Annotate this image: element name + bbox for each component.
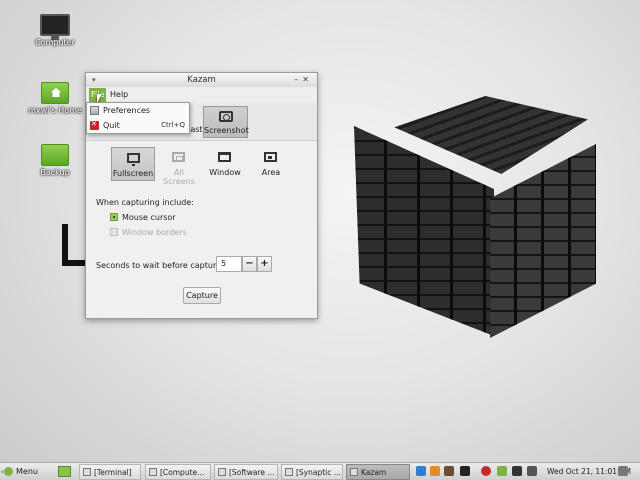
all-screens-button[interactable]: All Screens — [157, 147, 201, 186]
menu-help[interactable]: Help — [110, 87, 128, 103]
checkmark-icon[interactable] — [497, 466, 507, 476]
menu-item-quit[interactable]: Quit Ctrl+Q — [87, 117, 189, 133]
mouse-cursor-label: Mouse cursor — [122, 213, 176, 222]
preferences-label: Preferences — [103, 106, 151, 115]
show-desktop-icon[interactable] — [618, 466, 628, 476]
window-titlebar[interactable]: ▾ Kazam –✕ — [86, 73, 317, 87]
screenshot-button[interactable]: Screenshot — [203, 106, 249, 138]
taskbar-item-label: [Synaptic ... — [296, 468, 341, 477]
screenshot-label: Screenshot — [204, 126, 249, 135]
taskbar-item-computer[interactable]: [Compute... — [145, 464, 211, 480]
mouse-cursor-checkbox[interactable]: Mouse cursor — [110, 213, 176, 222]
folder-icon — [149, 468, 157, 476]
all-screens-label: All Screens — [163, 168, 195, 186]
quit-icon — [90, 117, 99, 132]
window-borders-checkbox[interactable]: Window borders — [110, 228, 187, 237]
volume-icon[interactable] — [527, 466, 537, 476]
window-title: Kazam — [187, 75, 216, 85]
desktop-icon-backup[interactable]: Backup — [20, 144, 90, 177]
taskbar-item-label: [Terminal] — [94, 468, 132, 477]
quit-label: Quit — [103, 121, 120, 130]
window-controls[interactable]: –✕ — [294, 73, 313, 87]
area-button[interactable]: Area — [249, 147, 293, 181]
pen-icon[interactable] — [512, 466, 522, 476]
fullscreen-icon — [127, 153, 140, 166]
firefox-icon[interactable] — [430, 466, 440, 476]
taskbar-item-label: Kazam — [361, 468, 387, 477]
network-icon[interactable] — [416, 466, 426, 476]
start-menu-label: Menu — [16, 467, 38, 476]
quit-shortcut: Ctrl+Q — [161, 121, 185, 129]
capturing-include-label: When capturing include: — [96, 198, 194, 207]
camera-icon — [219, 111, 233, 122]
desktop-icon-computer[interactable]: Computer — [20, 14, 90, 47]
terminal-icon — [83, 468, 91, 476]
menu-item-preferences[interactable]: Preferences — [87, 103, 189, 118]
desktop-icon-label: mxwi's Home — [28, 106, 82, 115]
delay-label: Seconds to wait before capturing: — [96, 261, 232, 270]
window-menu-icon[interactable]: ▾ — [92, 73, 96, 87]
taskbar-item-terminal[interactable]: [Terminal] — [79, 464, 141, 480]
software-icon — [218, 468, 226, 476]
workspace-switcher[interactable] — [58, 466, 71, 477]
taskbar-item-label: [Software ... — [229, 468, 275, 477]
wallpaper-cube-image — [352, 96, 596, 342]
delay-increment-button[interactable]: + — [257, 256, 272, 272]
taskbar: ‹ Menu [Terminal] [Compute... [Software … — [0, 462, 640, 480]
folder-icon — [41, 144, 69, 166]
menubar: File Help — [86, 87, 317, 103]
all-screens-icon — [172, 152, 185, 162]
checkbox-checked-icon — [110, 213, 118, 221]
area-label: Area — [261, 168, 281, 177]
synaptic-icon — [285, 468, 293, 476]
window-label: Window — [209, 168, 241, 177]
kazam-icon — [350, 468, 358, 476]
taskbar-item-synaptic[interactable]: [Synaptic ... — [281, 464, 343, 480]
files-icon[interactable] — [444, 466, 454, 476]
delay-input[interactable]: 5 — [216, 256, 242, 272]
mouse-pointer-icon — [97, 94, 102, 103]
capture-button[interactable]: Capture — [183, 287, 221, 304]
taskbar-item-software[interactable]: [Software ... — [214, 464, 278, 480]
desktop-icon-home[interactable]: mxwi's Home — [20, 82, 90, 115]
chevron-left-icon: ‹ — [1, 468, 4, 476]
taskbar-item-kazam[interactable]: Kazam — [346, 464, 410, 480]
delay-decrement-button[interactable]: − — [242, 256, 257, 272]
start-menu-button[interactable]: ‹ Menu — [1, 464, 38, 480]
home-folder-icon — [41, 82, 69, 104]
capture-area-row: Fullscreen All Screens Window Area — [86, 145, 317, 186]
taskbar-item-label: [Compute... — [160, 468, 205, 477]
file-menu-dropdown: Preferences Quit Ctrl+Q — [86, 102, 190, 134]
area-icon — [264, 152, 277, 162]
terminal-launcher-icon[interactable] — [460, 466, 470, 476]
window-button[interactable]: Window — [203, 147, 247, 181]
fullscreen-button[interactable]: Fullscreen — [111, 147, 155, 181]
wallpaper-letter-shape — [62, 224, 86, 266]
preferences-icon — [90, 106, 99, 115]
desktop-icon-label: Backup — [40, 168, 70, 177]
record-icon[interactable] — [481, 466, 491, 476]
monitor-icon — [40, 14, 70, 40]
fullscreen-label: Fullscreen — [112, 169, 154, 178]
window-borders-label: Window borders — [122, 228, 187, 237]
checkbox-unchecked-icon — [110, 228, 118, 236]
window-icon — [218, 152, 231, 162]
